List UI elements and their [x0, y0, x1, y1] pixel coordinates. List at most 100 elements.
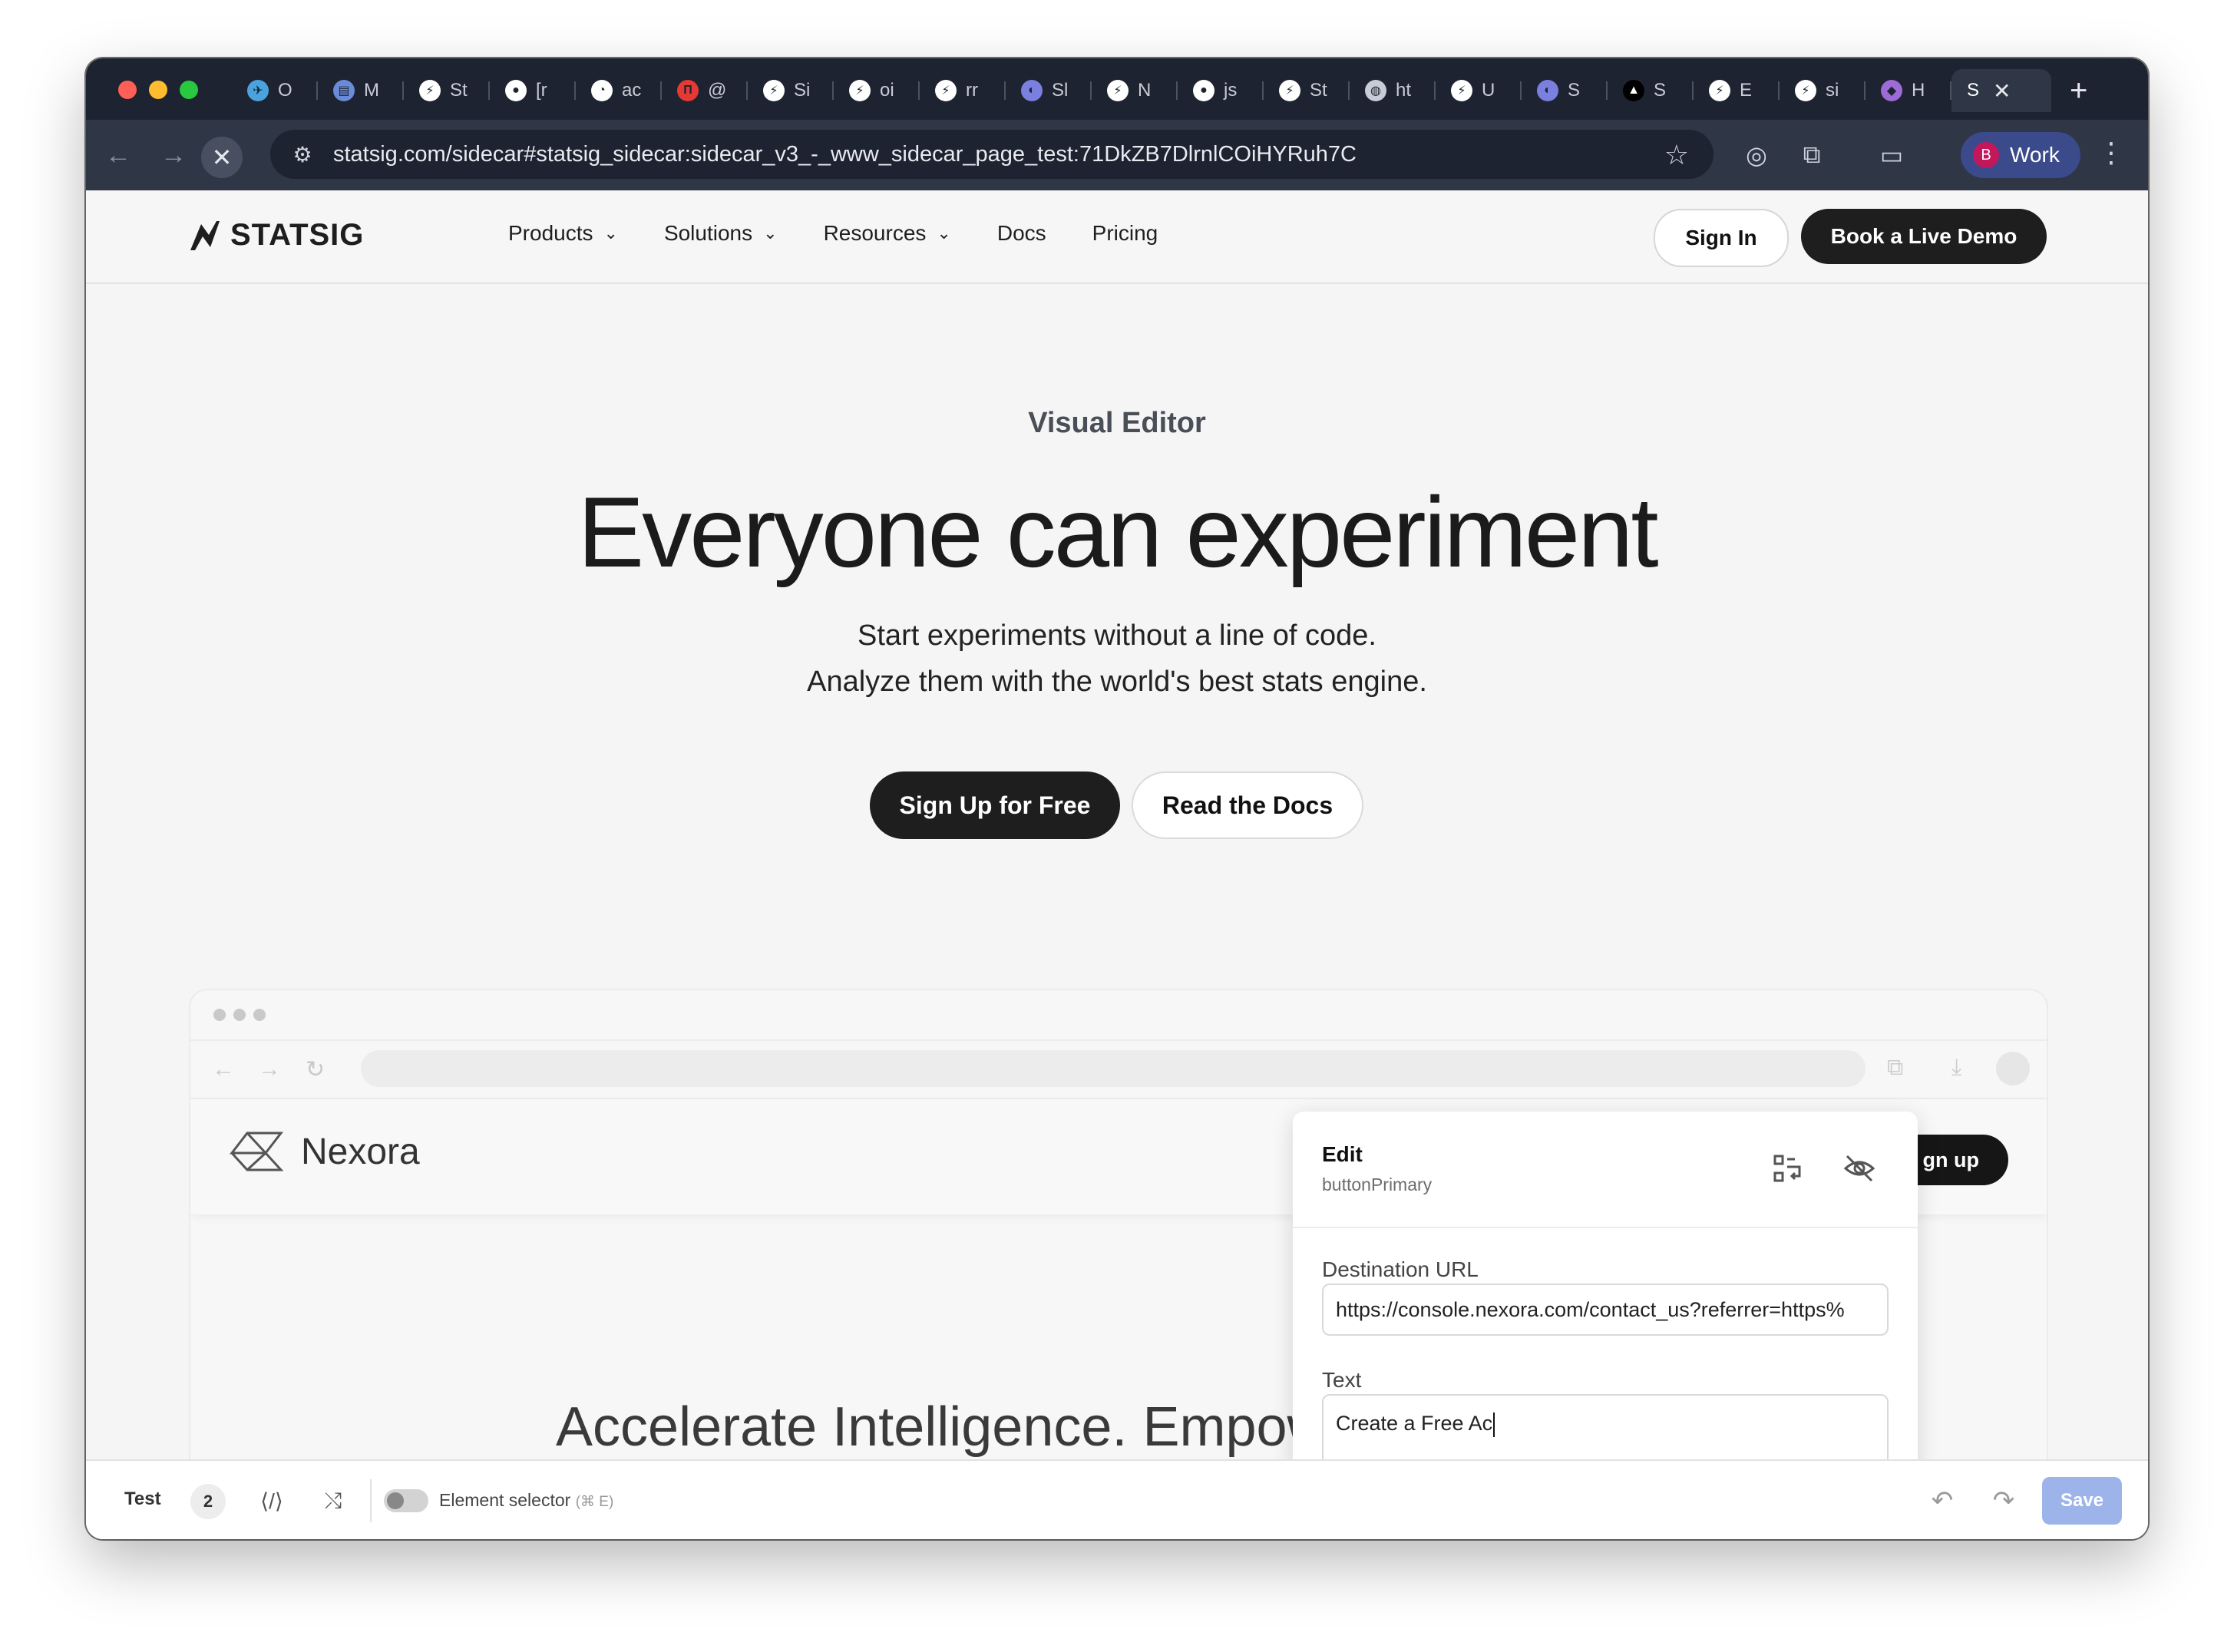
mock-toolbar: ← → ↻ ⧉ ⤓ — [190, 1041, 2047, 1099]
tab-title: S — [1654, 80, 1667, 101]
destination-url-label: Destination URL — [1322, 1257, 1479, 1281]
chevron-down-icon: ⌄ — [603, 223, 618, 243]
nexora-logo-icon — [229, 1132, 284, 1171]
sign-up-free-button[interactable]: Sign Up for Free — [870, 771, 1120, 839]
edit-title: Edit — [1322, 1142, 1363, 1166]
cast-search-icon[interactable]: ▭ — [1875, 138, 1908, 172]
tab-title: E — [1740, 80, 1753, 101]
url-text[interactable]: statsig.com/sidecar#statsig_sidecar:side… — [333, 142, 1357, 167]
browser-tab[interactable]: ◐ S — [1522, 69, 1608, 112]
browser-toolbar: ← → ✕ ⚙ statsig.com/sidecar#statsig_side… — [86, 120, 2148, 190]
shuffle-icon[interactable]: ⤭ — [316, 1484, 350, 1518]
edit-element-name: buttonPrimary — [1322, 1175, 1433, 1194]
tab-title: U — [1482, 80, 1495, 101]
bookmark-star-icon[interactable]: ☆ — [1664, 139, 1689, 171]
forward-icon[interactable]: → — [155, 137, 192, 173]
tab-title: ht — [1396, 80, 1412, 101]
edit-panel-header: Edit buttonPrimary — [1293, 1112, 1918, 1228]
browser-tab[interactable]: ⚡ N — [1092, 69, 1178, 112]
linear-icon: ◐ — [1021, 80, 1043, 101]
statsig-icon: ⚡ — [763, 80, 785, 101]
book-demo-button[interactable]: Book a Live Demo — [1801, 209, 2047, 264]
nav-solutions[interactable]: Solutions ⌄ — [664, 221, 778, 246]
nav-products[interactable]: Products ⌄ — [508, 221, 618, 246]
mock-extension-icon: ⧉ — [1887, 1055, 1904, 1080]
nav-label: Docs — [996, 221, 1046, 245]
browser-tab[interactable]: S ✕ — [1951, 69, 2051, 112]
browser-tab[interactable]: ▲ S — [1608, 69, 1694, 112]
site-settings-icon[interactable]: ⚙ — [287, 139, 318, 170]
tab-strip: ✈ O ▤ M ⚡ St ● [r ◔ ac Π @ ⚡ Si ⚡ oi ⚡ rr ◐ Sl ⚡ N ● js ⚡ St ◍ ht ⚡ U… — [232, 69, 2087, 112]
redo-icon[interactable]: ↷ — [1987, 1484, 2021, 1518]
tab-title: N — [1138, 80, 1152, 101]
browser-tab[interactable]: ⚡ si — [1780, 69, 1866, 112]
puzzle-extensions-icon[interactable]: ⧉ — [1795, 138, 1829, 172]
subtitle-line-2: Analyze them with the world's best stats… — [807, 666, 1427, 698]
code-icon[interactable]: ⟨/⟩ — [255, 1484, 289, 1518]
nav-label: Products — [508, 221, 593, 245]
browser-tab[interactable]: ● [r — [490, 69, 576, 112]
read-docs-button[interactable]: Read the Docs — [1132, 771, 1363, 839]
nexora-logo: Nexora — [229, 1130, 420, 1173]
browser-tab[interactable]: ⚡ U — [1436, 69, 1522, 112]
sign-in-button[interactable]: Sign In — [1654, 209, 1789, 267]
test-count-badge[interactable]: 2 — [190, 1484, 226, 1519]
profile-button[interactable]: B Work — [1961, 132, 2080, 178]
profile-label: Work — [2010, 143, 2060, 167]
mock-forward-icon: → — [258, 1056, 281, 1082]
stop-loading-button[interactable]: ✕ — [201, 137, 243, 178]
new-tab-button[interactable]: + — [2070, 74, 2087, 108]
minimize-window-button[interactable] — [149, 81, 167, 99]
mock-reload-icon: ↻ — [306, 1057, 326, 1082]
test-label[interactable]: Test — [124, 1488, 161, 1510]
select-parent-icon[interactable] — [1769, 1150, 1806, 1187]
close-window-button[interactable] — [118, 81, 137, 99]
browser-tab[interactable]: ▤ M — [318, 69, 404, 112]
mock-dot — [253, 1009, 266, 1021]
mock-titlebar — [190, 990, 2047, 1041]
tab-title: si — [1826, 80, 1839, 101]
address-bar[interactable]: ⚙ statsig.com/sidecar#statsig_sidecar:si… — [270, 130, 1714, 179]
maximize-window-button[interactable] — [180, 81, 198, 99]
browser-tab[interactable]: ◔ ac — [576, 69, 662, 112]
menu-kebab-icon[interactable]: ⋮ — [2097, 137, 2125, 169]
browser-tab[interactable]: ⚡ rr — [920, 69, 1006, 112]
undo-icon[interactable]: ↶ — [1925, 1484, 1959, 1518]
site-header: STATSIG Products ⌄ Solutions ⌄ Resources ⌄ … — [86, 190, 2148, 284]
tab-title: St — [450, 80, 468, 101]
element-selector-label: Element selector (⌘ E) — [439, 1490, 613, 1511]
close-tab-icon[interactable]: ✕ — [1993, 78, 2011, 104]
browser-tab[interactable]: ✈ O — [232, 69, 318, 112]
element-selector-toggle[interactable] — [384, 1489, 428, 1512]
browser-tab[interactable]: ● js — [1178, 69, 1264, 112]
extension-icon[interactable]: ◎ — [1740, 138, 1773, 172]
browser-tab[interactable]: ◆ H — [1866, 69, 1951, 112]
page-title: Everyone can experiment — [577, 476, 1658, 588]
nav-resources[interactable]: Resources ⌄ — [824, 221, 951, 246]
statsig-icon: ⚡ — [419, 80, 441, 101]
browser-tab[interactable]: Π @ — [662, 69, 748, 112]
statsig-icon: ⚡ — [1709, 80, 1730, 101]
browser-tab[interactable]: ◐ Sl — [1006, 69, 1092, 112]
back-icon[interactable]: ← — [100, 137, 137, 173]
tab-title: [r — [536, 80, 547, 101]
browser-tab[interactable]: ⚡ oi — [834, 69, 920, 112]
statsig-logo[interactable]: STATSIG — [186, 218, 364, 253]
tab-title: ac — [622, 80, 642, 101]
browser-tab[interactable]: ⚡ E — [1694, 69, 1780, 112]
browser-tab[interactable]: ⚡ Si — [748, 69, 834, 112]
text-input-value: Create a Free Ac — [1336, 1412, 1493, 1435]
save-button[interactable]: Save — [2042, 1477, 2122, 1525]
destination-url-input[interactable]: https://console.nexora.com/contact_us?re… — [1322, 1284, 1889, 1336]
vercel-icon: ▲ — [1623, 80, 1644, 101]
browser-tab[interactable]: ◍ ht — [1350, 69, 1436, 112]
eyebrow-label: Visual Editor — [1028, 407, 1206, 439]
nav-docs[interactable]: Docs — [997, 221, 1046, 246]
tab-title: Si — [794, 80, 811, 101]
nav-pricing[interactable]: Pricing — [1092, 221, 1158, 246]
hide-element-icon[interactable] — [1841, 1150, 1878, 1187]
browser-tab[interactable]: ⚡ St — [1264, 69, 1350, 112]
browser-tab[interactable]: ⚡ St — [404, 69, 490, 112]
tab-bar: ✈ O ▤ M ⚡ St ● [r ◔ ac Π @ ⚡ Si ⚡ oi ⚡ rr ◐ Sl ⚡ N ● js ⚡ St ◍ ht ⚡ U… — [86, 58, 2148, 120]
statsig-icon: ⚡ — [935, 80, 957, 101]
